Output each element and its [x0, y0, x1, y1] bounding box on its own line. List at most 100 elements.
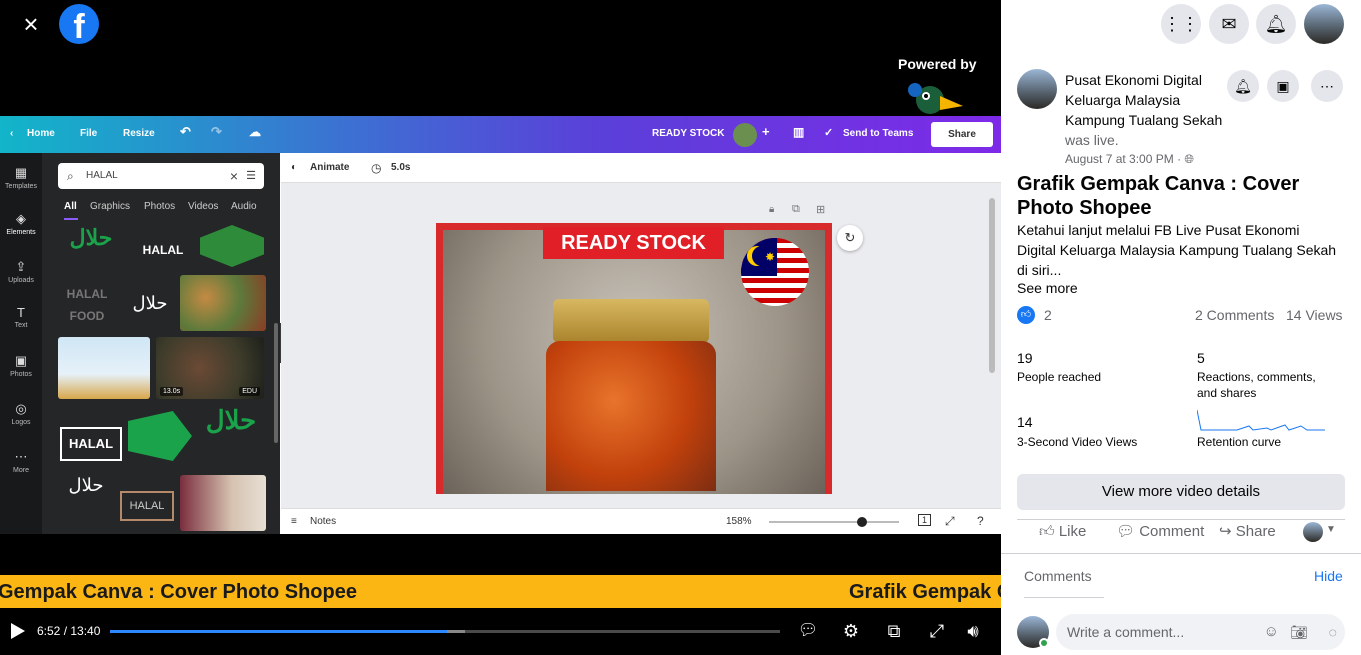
malaysia-flag-icon[interactable]: ✸ [741, 238, 809, 306]
panel-scrollbar[interactable] [274, 323, 278, 443]
canva-canvas-area: ◐ Animate ◷ 5.0s 🔒︎ ⧉ ⊞ ↻ READY STOCK ✸ [281, 153, 1001, 534]
chevron-down-icon[interactable]: ▼ [1326, 524, 1336, 535]
rail-logos[interactable]: ◎ Logos [0, 401, 42, 426]
more-options-icon[interactable]: ⋯ [1311, 70, 1343, 102]
send-to-teams-button[interactable]: Send to Teams [843, 128, 913, 139]
comment-input[interactable]: Write a comment... ☺ 📷︎ ◌ [1056, 614, 1345, 650]
canva-home-link[interactable]: Home [27, 128, 55, 139]
rail-templates[interactable]: ▦ Templates [0, 165, 42, 190]
halal-plate-thumb[interactable]: حلال [58, 475, 114, 521]
picture-in-picture-icon[interactable]: ⧉ [883, 620, 905, 642]
add-page-icon[interactable]: ⊞ [816, 203, 825, 216]
design-page[interactable]: READY STOCK ✸ [436, 223, 832, 494]
post-date[interactable]: August 7 at 3:00 PM · 🌐︎ [1065, 152, 1194, 167]
filter-icon[interactable]: ☰ [246, 163, 256, 189]
help-icon[interactable]: ? [977, 514, 984, 528]
templates-icon: ▦ [14, 165, 28, 180]
close-icon[interactable]: × [14, 8, 48, 42]
view-more-details-button[interactable]: View more video details [1017, 474, 1345, 510]
rail-elements[interactable]: ◈ Elements [0, 211, 42, 236]
duplicate-icon[interactable]: ⧉ [792, 203, 800, 216]
emoji-icon[interactable]: ☺ [1264, 614, 1279, 650]
settings-icon[interactable]: ⚙ [840, 620, 862, 642]
mosque-dome-photo-thumb[interactable] [58, 337, 150, 399]
tab-videos[interactable]: Videos [188, 201, 218, 212]
canva-resize-button[interactable]: Resize [123, 128, 155, 139]
refresh-icon[interactable]: ↻ [837, 225, 863, 251]
notify-bell-button[interactable]: 🔔︎ [1227, 70, 1259, 102]
tab-all[interactable]: All [64, 201, 77, 212]
ready-stock-banner[interactable]: READY STOCK [543, 227, 724, 259]
search-icon: ⌕ [67, 169, 74, 183]
comment-button[interactable]: 💬︎ Comment [1116, 522, 1204, 542]
zoom-level[interactable]: 158% [726, 516, 752, 527]
animate-button[interactable]: Animate [310, 162, 349, 173]
like-reaction-icon[interactable]: 👍︎ [1017, 306, 1035, 324]
canva-side-rail: ▦ Templates ◈ Elements ⇪ Uploads T Text ▣ Pho… [0, 153, 42, 534]
canva-design-title[interactable]: READY STOCK [652, 128, 724, 139]
zoom-slider-handle[interactable] [857, 517, 867, 527]
comments-count[interactable]: 2 Comments [1195, 307, 1274, 323]
volume-icon[interactable]: 🔊︎ [962, 620, 984, 642]
undo-icon[interactable]: ↶ [180, 124, 191, 140]
page-avatar[interactable] [1017, 69, 1057, 109]
woman-photo-thumb[interactable] [180, 475, 266, 531]
rail-uploads[interactable]: ⇪ Uploads [0, 259, 42, 284]
tab-graphics[interactable]: Graphics [90, 201, 130, 212]
post-description: Ketahui lanjut melalui FB Live Pusat Eko… [1017, 222, 1337, 278]
fullscreen-icon[interactable]: ⤢ [926, 620, 948, 642]
tab-audio[interactable]: Audio [231, 201, 257, 212]
messenger-icon[interactable]: ✉ [1209, 4, 1249, 44]
redo-icon[interactable]: ↷ [211, 124, 222, 140]
save-post-button[interactable]: ▣ [1267, 70, 1299, 102]
see-more-link[interactable]: See more [1017, 280, 1078, 296]
clear-icon[interactable]: × [230, 163, 238, 189]
page-count-button[interactable]: 1 [918, 514, 932, 526]
expand-icon[interactable]: ⤢ [945, 514, 955, 529]
page-name-link[interactable]: Pusat Ekonomi Digital Keluarga Malaysia … [1065, 72, 1222, 128]
play-icon[interactable] [10, 622, 26, 640]
profile-avatar[interactable] [1304, 4, 1344, 44]
rail-photos[interactable]: ▣ Photos [0, 353, 42, 378]
halal-hanging-sign-thumb[interactable]: HALAL [58, 405, 124, 467]
sticker-icon[interactable]: ◌ [1329, 614, 1337, 650]
insights-icon[interactable]: ▥ [793, 125, 804, 139]
bell-icon[interactable]: 🔔︎ [1256, 4, 1296, 44]
tab-photos[interactable]: Photos [144, 201, 175, 212]
halal-green-badge-thumb[interactable] [200, 225, 264, 267]
halal-badge-thumb[interactable]: HALAL [130, 225, 196, 267]
duration-button[interactable]: 5.0s [391, 162, 410, 173]
actor-selector-avatar[interactable] [1303, 522, 1323, 542]
halal-green-tag-thumb[interactable] [128, 411, 192, 461]
facebook-icon[interactable]: f [59, 4, 99, 44]
captions-icon[interactable]: 💬︎ [797, 620, 819, 642]
lock-icon[interactable]: 🔒︎ [769, 204, 774, 215]
uploads-icon: ⇪ [15, 259, 27, 274]
collaborator-avatar[interactable] [733, 123, 757, 147]
like-button[interactable]: 👍︎ Like [1039, 522, 1086, 542]
canvas-scrollbar[interactable] [989, 198, 995, 373]
halal-arabic-thumb[interactable]: حلال [58, 225, 124, 267]
zoom-slider[interactable] [769, 521, 899, 523]
halal-cloche-thumb[interactable]: حلال [122, 275, 178, 331]
halal-wood-sign-thumb[interactable]: HALAL [118, 475, 176, 525]
like-count[interactable]: 2 [1044, 307, 1052, 323]
menu-grid-icon[interactable]: ⋮⋮ [1161, 4, 1201, 44]
text-icon: T [17, 305, 25, 320]
rail-more[interactable]: ⋯ More [0, 449, 42, 474]
food-photo-thumb[interactable] [180, 275, 266, 331]
back-chevron-icon[interactable]: ‹ [10, 128, 13, 139]
halal-food-thumb[interactable]: HALAL FOOD [58, 275, 116, 331]
halal-green-text-thumb[interactable]: حلال [196, 405, 266, 467]
share-button[interactable]: ↪ Share [1219, 522, 1276, 542]
progress-fill[interactable] [110, 630, 447, 633]
camera-icon[interactable]: 📷︎ [1290, 614, 1308, 650]
food-video-thumb[interactable]: 13.0s EDU [156, 337, 264, 399]
notes-button[interactable]: Notes [310, 516, 336, 527]
add-collaborator-icon[interactable]: + [762, 124, 770, 139]
hide-comments-link[interactable]: Hide [1314, 568, 1343, 584]
canva-file-menu[interactable]: File [80, 128, 97, 139]
canva-share-button[interactable]: Share [931, 122, 993, 147]
elements-search-input[interactable]: ⌕ HALAL × ☰ [58, 163, 264, 189]
rail-text[interactable]: T Text [0, 305, 42, 329]
